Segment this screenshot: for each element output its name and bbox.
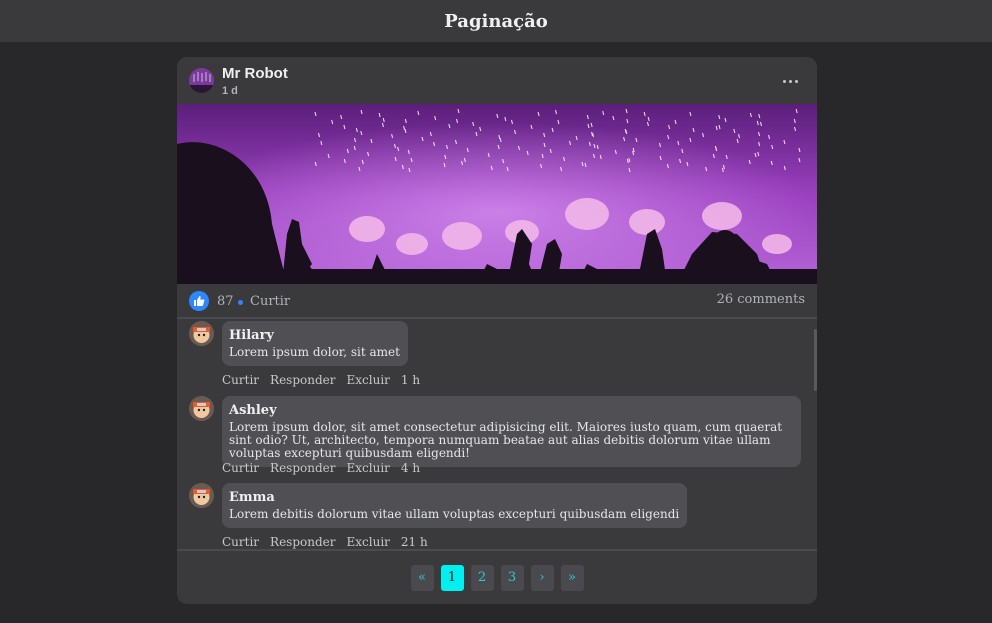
concert-avatar-icon[interactable] bbox=[189, 68, 214, 93]
first-page-button[interactable]: « bbox=[410, 564, 434, 591]
comment-delete-button[interactable]: Excluir bbox=[347, 461, 390, 475]
comment-time: 21 h bbox=[400, 535, 428, 549]
comment-text: Lorem ipsum dolor, sit amet bbox=[229, 345, 400, 359]
separator-dot bbox=[238, 300, 243, 305]
page-button-3[interactable]: 3 bbox=[500, 564, 524, 591]
ninja-avatar-icon[interactable] bbox=[189, 321, 214, 346]
comment-reply-button[interactable]: Responder bbox=[270, 461, 335, 475]
last-page-button[interactable]: » bbox=[560, 564, 584, 591]
comment-author[interactable]: Emma bbox=[229, 490, 679, 506]
post-header: Mr Robot 1 d bbox=[177, 57, 817, 104]
comment-time: 4 h bbox=[400, 461, 421, 475]
comment-actions: Curtir Responder Excluir 4 h bbox=[222, 461, 420, 475]
comments-list[interactable]: Hilary Lorem ipsum dolor, sit amet Curti… bbox=[177, 321, 817, 549]
like-button[interactable]: Curtir bbox=[250, 294, 290, 309]
reactions-bar: 87 Curtir 26 comments bbox=[177, 284, 817, 319]
ninja-avatar-icon[interactable] bbox=[189, 396, 214, 421]
comment-time: 1 h bbox=[400, 373, 421, 387]
comment-like-button[interactable]: Curtir bbox=[222, 535, 259, 549]
comment-author[interactable]: Ashley bbox=[229, 403, 793, 419]
thumbs-up-icon bbox=[189, 291, 209, 311]
comment-bubble: Emma Lorem debitis dolorum vitae ullam v… bbox=[222, 483, 688, 528]
top-bar: Paginação bbox=[0, 0, 992, 42]
comment-reply-button[interactable]: Responder bbox=[270, 373, 335, 387]
comment-text: Lorem debitis dolorum vitae ullam volupt… bbox=[229, 507, 680, 521]
page-button-2[interactable]: 2 bbox=[470, 564, 494, 591]
more-options-icon[interactable] bbox=[775, 71, 805, 91]
post-time: 1 d bbox=[222, 85, 238, 97]
comment-reply-button[interactable]: Responder bbox=[270, 535, 335, 549]
comment-delete-button[interactable]: Excluir bbox=[347, 373, 390, 387]
page-title: Paginação bbox=[444, 10, 548, 32]
comment-actions: Curtir Responder Excluir 21 h bbox=[222, 535, 428, 549]
pagination: « 1 2 3 › » bbox=[177, 549, 817, 604]
comment-text: Lorem ipsum dolor, sit amet consectetur … bbox=[229, 420, 783, 460]
ninja-avatar-icon[interactable] bbox=[189, 483, 214, 508]
post-image bbox=[177, 104, 817, 284]
comment-author[interactable]: Hilary bbox=[229, 328, 400, 344]
comment-like-button[interactable]: Curtir bbox=[222, 373, 259, 387]
next-page-button[interactable]: › bbox=[530, 564, 554, 591]
like-count: 87 bbox=[217, 294, 234, 309]
comment-delete-button[interactable]: Excluir bbox=[347, 535, 390, 549]
comments-scrollbar[interactable] bbox=[814, 329, 817, 391]
page-button-1[interactable]: 1 bbox=[440, 564, 464, 591]
post-card: Mr Robot 1 d 87 Curtir 26 comments Hilar… bbox=[177, 57, 817, 604]
comments-count-link[interactable]: 26 comments bbox=[717, 292, 805, 307]
comment-like-button[interactable]: Curtir bbox=[222, 461, 259, 475]
comment-bubble: Ashley Lorem ipsum dolor, sit amet conse… bbox=[222, 396, 801, 467]
comment-actions: Curtir Responder Excluir 1 h bbox=[222, 373, 420, 387]
post-author[interactable]: Mr Robot bbox=[222, 65, 288, 82]
comment-bubble: Hilary Lorem ipsum dolor, sit amet bbox=[222, 321, 408, 366]
